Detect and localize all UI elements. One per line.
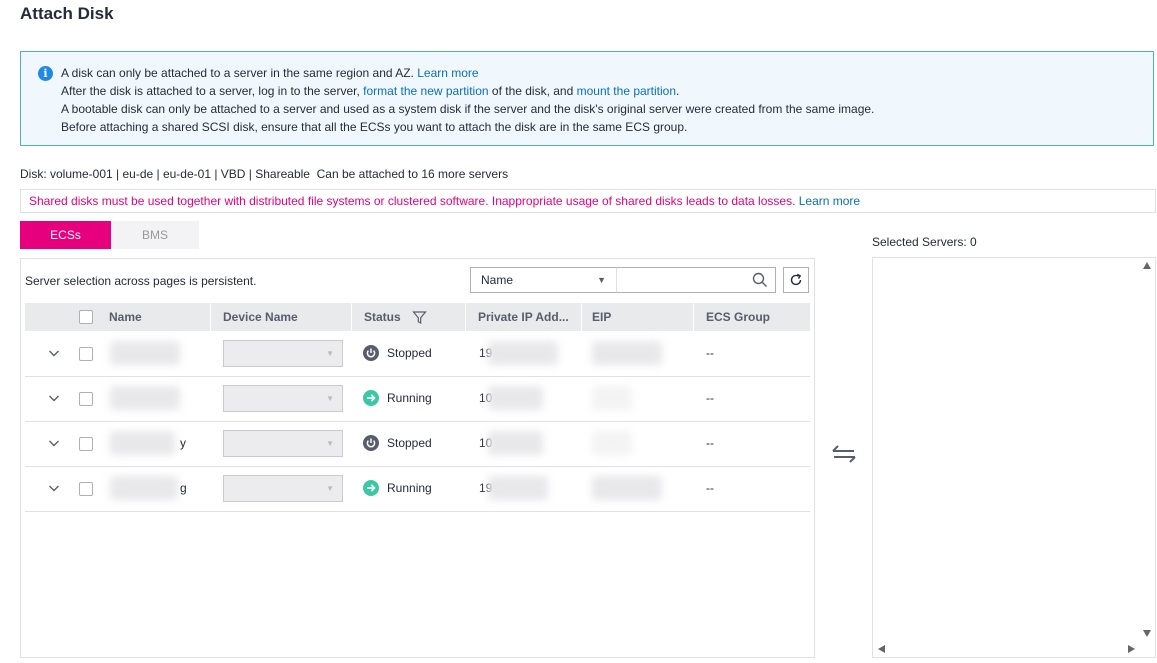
info-line-1: A disk can only be attached to a server … (61, 66, 479, 80)
select-all-checkbox[interactable] (79, 310, 93, 324)
refresh-button[interactable] (783, 267, 809, 293)
redacted-eip (592, 341, 662, 365)
server-name: y (180, 436, 186, 450)
power-icon (363, 435, 379, 451)
info-icon: i (38, 66, 53, 81)
col-name[interactable]: Name (109, 303, 142, 331)
row-checkbox[interactable] (79, 392, 93, 406)
redacted-ip (488, 476, 548, 500)
filter-icon[interactable] (412, 310, 427, 325)
redacted-name (110, 476, 178, 500)
redacted-ip (488, 386, 543, 410)
row-checkbox[interactable] (79, 482, 93, 496)
caret-down-icon: ▼ (326, 394, 334, 403)
row-checkbox[interactable] (79, 437, 93, 451)
learn-more-link[interactable]: Learn more (417, 66, 478, 80)
arrow-right-circle-icon (363, 390, 379, 406)
col-eip[interactable]: EIP (592, 303, 611, 331)
redacted-ip (488, 341, 558, 365)
info-line-2: After the disk is attached to a server, … (61, 84, 680, 98)
caret-down-icon: ▼ (597, 275, 606, 285)
col-status[interactable]: Status (364, 303, 401, 331)
table-row[interactable]: ▼ Running 10 -- (25, 376, 810, 422)
tab-bms[interactable]: BMS (111, 221, 199, 249)
info-banner: i A disk can only be attached to a serve… (20, 51, 1154, 146)
row-checkbox[interactable] (79, 347, 93, 361)
ecs-group: -- (706, 391, 714, 405)
redacted-eip (592, 386, 632, 410)
mount-partition-link[interactable]: mount the partition (577, 84, 676, 98)
server-list-panel: Server selection across pages is persist… (20, 258, 815, 658)
ecs-group: -- (706, 436, 714, 450)
disk-summary: Disk: volume-001 | eu-de | eu-de-01 | VB… (20, 167, 508, 181)
warning-learn-more-link[interactable]: Learn more (799, 194, 860, 208)
ecs-group: -- (706, 346, 714, 360)
status-text: Running (387, 391, 432, 405)
scroll-left-icon[interactable] (878, 645, 885, 653)
filter-field-select[interactable]: Name ▼ (470, 267, 616, 293)
server-name: g (180, 481, 187, 495)
selected-servers-panel[interactable] (872, 257, 1156, 658)
table-header: Name Device Name Status Private IP Add..… (25, 303, 810, 331)
status-text: Running (387, 481, 432, 495)
transfer-icon[interactable] (830, 442, 858, 466)
tab-ecs[interactable]: ECSs (20, 221, 111, 249)
selected-servers-label: Selected Servers: 0 (872, 235, 977, 249)
scroll-up-icon[interactable] (1143, 262, 1151, 269)
info-line-3: A bootable disk can only be attached to … (61, 102, 875, 116)
device-name-select[interactable]: ▼ (223, 475, 343, 502)
col-private-ip[interactable]: Private IP Add... (478, 303, 569, 331)
arrow-right-circle-icon (363, 480, 379, 496)
device-name-select[interactable]: ▼ (223, 430, 343, 457)
format-partition-link[interactable]: format the new partition (363, 84, 488, 98)
redacted-eip (592, 431, 632, 455)
device-name-select[interactable]: ▼ (223, 385, 343, 412)
caret-down-icon: ▼ (326, 439, 334, 448)
info-line-4: Before attaching a shared SCSI disk, ens… (61, 120, 688, 134)
status-text: Stopped (387, 436, 432, 450)
chevron-down-icon[interactable] (48, 437, 60, 449)
table-row[interactable]: y ▼ Stopped 10 -- (25, 421, 810, 467)
scroll-right-icon[interactable] (1128, 645, 1135, 653)
page-title: Attach Disk (20, 4, 114, 23)
persist-note: Server selection across pages is persist… (25, 274, 257, 288)
power-icon (363, 345, 379, 361)
disk-info: Disk: volume-001 | eu-de | eu-de-01 | VB… (20, 167, 310, 181)
redacted-name (110, 341, 180, 365)
refresh-icon (790, 273, 802, 286)
device-name-select[interactable]: ▼ (223, 340, 343, 367)
ecs-group: -- (706, 481, 714, 495)
redacted-eip (592, 476, 662, 500)
chevron-down-icon[interactable] (48, 347, 60, 359)
chevron-down-icon[interactable] (48, 392, 60, 404)
caret-down-icon: ▼ (326, 349, 334, 358)
col-device-name[interactable]: Device Name (223, 303, 298, 331)
table-row[interactable]: ▼ Stopped 19 -- (25, 331, 810, 377)
redacted-name (110, 431, 175, 455)
redacted-name (110, 386, 180, 410)
disk-capacity: Can be attached to 16 more servers (316, 167, 509, 181)
status-text: Stopped (387, 346, 432, 360)
redacted-ip (488, 431, 543, 455)
col-ecs-group[interactable]: ECS Group (706, 303, 770, 331)
search-icon[interactable] (752, 272, 768, 288)
table-row[interactable]: g ▼ Running 19 -- (25, 466, 810, 512)
scroll-down-icon[interactable] (1143, 630, 1151, 637)
caret-down-icon: ▼ (326, 484, 334, 493)
chevron-down-icon[interactable] (48, 482, 60, 494)
shared-disk-warning: Shared disks must be used together with … (20, 189, 1156, 213)
